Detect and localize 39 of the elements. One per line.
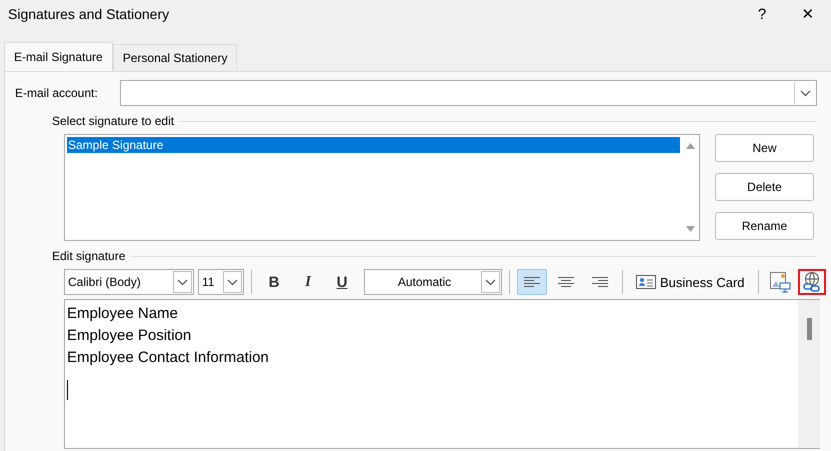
text-cursor: [67, 380, 68, 400]
tab[interactable]: E-mail Signature: [4, 42, 113, 71]
signature-text: Employee Name: [67, 304, 179, 324]
chevron-down-icon: [800, 90, 810, 96]
list-item[interactable]: Sample Signature: [67, 137, 680, 153]
account-label: E-mail account:: [15, 86, 99, 100]
close-button[interactable]: ✕: [785, 0, 831, 28]
chevron-down-icon: [177, 278, 188, 286]
signature-list[interactable]: Sample Signature: [64, 134, 700, 241]
italic-button[interactable]: I: [293, 270, 323, 294]
contact-card-icon: [636, 275, 656, 289]
scroll-up-icon[interactable]: [686, 143, 695, 149]
font-dropdown[interactable]: Calibri (Body): [64, 269, 194, 295]
window-title: Signatures and Stationery: [8, 6, 170, 22]
signature-text: Employee Position: [67, 326, 192, 346]
underline-button[interactable]: U: [327, 270, 357, 294]
align-center-icon: [558, 276, 574, 288]
picture-monitor-icon: [768, 271, 791, 293]
align-left-icon: [524, 276, 540, 288]
bold-button[interactable]: B: [259, 270, 289, 294]
section-title: Edit signature: [52, 249, 126, 263]
chevron-down-icon: [227, 278, 238, 286]
signature-editor[interactable]: Employee Name Employee Position Employee Contact Information: [64, 299, 820, 449]
dialog-button[interactable]: Rename: [715, 212, 814, 240]
scroll-down-icon[interactable]: [686, 226, 695, 232]
signature-text: Employee Contact Information: [67, 348, 270, 368]
size-dropdown[interactable]: 11: [198, 269, 244, 295]
section-title: Select signature to edit: [52, 114, 174, 128]
help-button[interactable]: ?: [739, 0, 785, 28]
chevron-down-icon: [485, 278, 496, 286]
tab[interactable]: Personal Stationery: [112, 44, 238, 70]
dialog-button[interactable]: New: [715, 134, 814, 162]
business-card-button[interactable]: Business Card: [630, 269, 751, 295]
color-dropdown[interactable]: Automatic: [364, 269, 502, 295]
hyperlink-button[interactable]: [798, 269, 826, 295]
align-right-icon: [592, 276, 608, 288]
scrollbar-thumb[interactable]: [806, 318, 812, 340]
align-left-button[interactable]: [517, 269, 547, 295]
dialog-button[interactable]: Delete: [715, 173, 814, 201]
